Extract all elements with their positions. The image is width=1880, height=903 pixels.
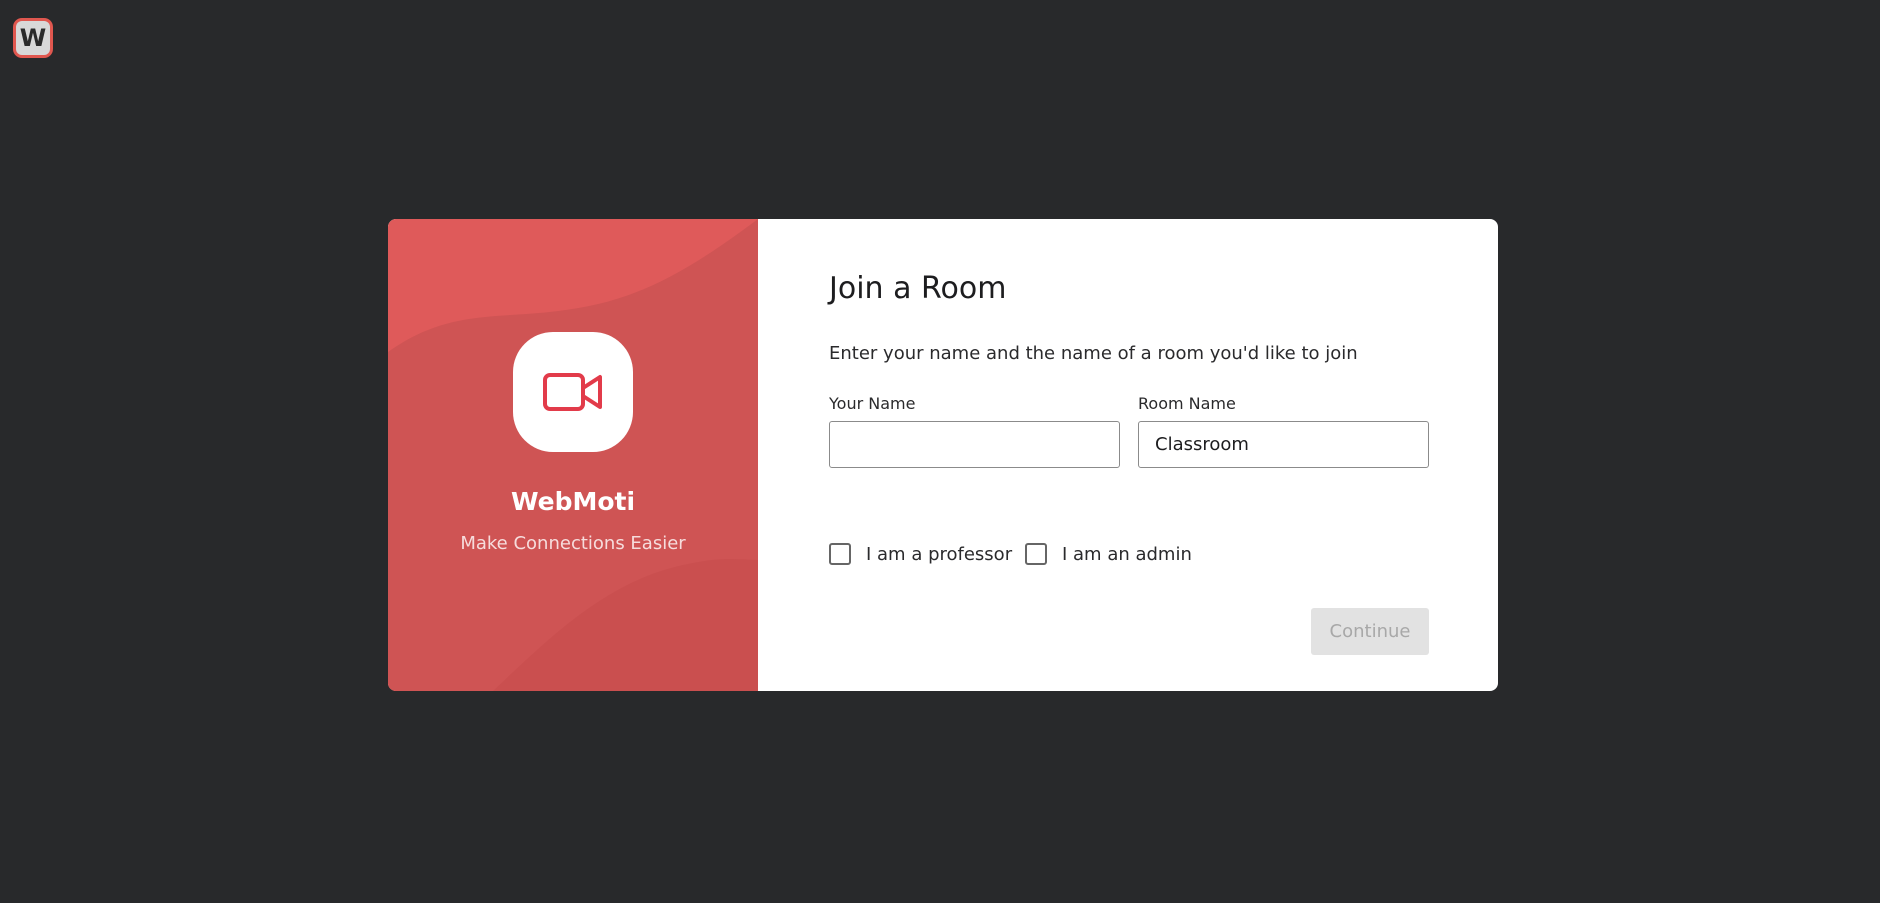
professor-checkbox-row[interactable]: I am a professor [829,543,1012,565]
brand-tagline: Make Connections Easier [460,533,686,554]
your-name-label: Your Name [829,394,916,413]
continue-button[interactable]: Continue [1311,608,1429,655]
form-subtitle: Enter your name and the name of a room y… [829,343,1358,364]
app-logo: W [13,18,53,58]
brand-name: WebMoti [510,487,636,516]
professor-checkbox-label[interactable]: I am a professor [866,544,1012,565]
brand-background-waves [388,219,758,691]
join-form: Join a Room Enter your name and the name… [758,219,1498,691]
admin-checkbox[interactable] [1025,543,1047,565]
brand-icon-tile [513,332,633,452]
admin-checkbox-row[interactable]: I am an admin [1025,543,1192,565]
video-camera-icon [543,373,602,411]
professor-checkbox[interactable] [829,543,851,565]
admin-checkbox-label[interactable]: I am an admin [1062,544,1192,565]
form-title: Join a Room [829,271,1007,306]
your-name-input[interactable] [829,421,1120,468]
brand-panel: WebMoti Make Connections Easier [388,219,758,691]
room-name-label: Room Name [1138,394,1236,413]
join-room-card: WebMoti Make Connections Easier Join a R… [388,219,1498,691]
room-name-input[interactable] [1138,421,1429,468]
app-logo-letter: W [16,21,50,55]
